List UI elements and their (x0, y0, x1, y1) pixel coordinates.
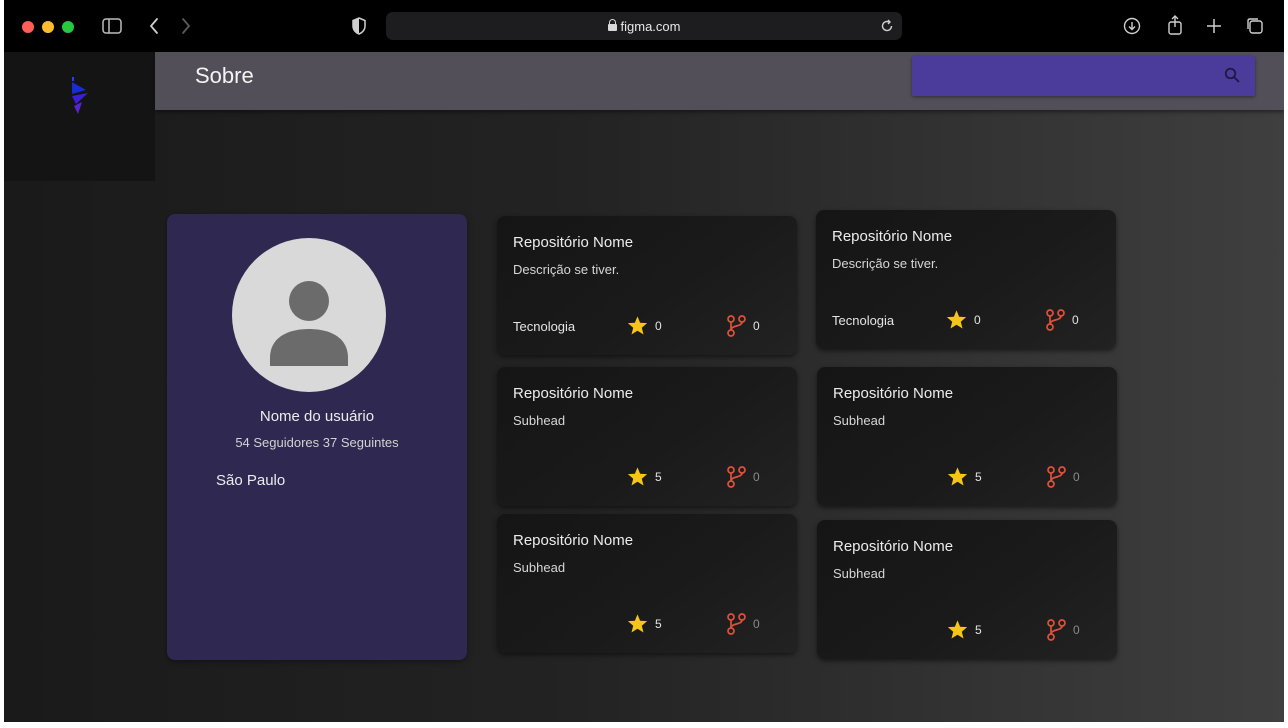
repo-card[interactable]: Repositório Nome Subhead 5 0 (817, 367, 1117, 506)
star-icon (947, 467, 968, 486)
repo-title: Repositório Nome (513, 385, 634, 402)
star-count: 5 (655, 617, 662, 631)
back-icon[interactable] (148, 17, 160, 35)
fork-icon (727, 613, 746, 635)
reload-icon[interactable] (880, 19, 894, 33)
repo-card[interactable]: Repositório Nome Descrição se tiver. Tec… (816, 210, 1116, 349)
repo-description: Descrição se tiver. (513, 262, 620, 277)
user-name: Nome do usuário (259, 408, 375, 425)
user-follow-stats: 54 Seguidores 37 Seguintes (235, 435, 399, 450)
fork-count: 0 (1073, 470, 1080, 484)
url-text: figma.com (620, 19, 681, 34)
user-avatar-icon (270, 281, 348, 366)
repo-card[interactable]: Repositório Nome Subhead 5 0 (497, 514, 797, 653)
avatar (232, 238, 386, 392)
address-bar[interactable]: figma.com (386, 12, 902, 40)
star-count: 0 (974, 313, 981, 327)
repo-description: Descrição se tiver. (832, 256, 939, 271)
logo-panel (4, 52, 155, 181)
repo-card[interactable]: Repositório Nome Descrição se tiver. Tec… (497, 216, 797, 355)
fork-count: 0 (753, 470, 760, 484)
repo-title: Repositório Nome (513, 532, 634, 549)
search-input[interactable] (912, 56, 1255, 96)
repo-card[interactable]: Repositório Nome Subhead 5 0 (497, 367, 797, 506)
fork-count: 0 (753, 617, 760, 631)
repo-technology: Tecnologia (832, 313, 895, 328)
repo-title: Repositório Nome (832, 228, 953, 245)
fork-count: 0 (1072, 313, 1079, 327)
fork-icon (1046, 309, 1065, 331)
share-icon[interactable] (1167, 14, 1183, 36)
fork-icon (1047, 466, 1066, 488)
new-tab-icon[interactable] (1206, 18, 1222, 34)
star-count: 0 (655, 319, 662, 333)
star-icon (947, 620, 968, 639)
repo-title: Repositório Nome (833, 538, 954, 555)
browser-toolbar: figma.com (4, 0, 1284, 52)
star-count: 5 (655, 470, 662, 484)
minimize-window-button[interactable] (42, 21, 54, 33)
user-location: São Paulo (216, 472, 286, 489)
forward-icon[interactable] (180, 17, 192, 35)
fork-count: 0 (753, 319, 760, 333)
fork-icon (727, 315, 746, 337)
fork-icon (727, 466, 746, 488)
repo-description: Subhead (513, 560, 566, 575)
search-icon[interactable] (1223, 66, 1241, 84)
profile-card: Nome do usuário 54 Seguidores 37 Seguint… (167, 214, 467, 660)
download-icon[interactable] (1123, 17, 1141, 35)
app-canvas: Sobre Nome do usuário 54 Seguidores 37 S… (4, 52, 1284, 722)
page-title: Sobre (195, 63, 254, 88)
repo-title: Repositório Nome (833, 385, 954, 402)
repo-description: Subhead (513, 413, 566, 428)
zoom-window-button[interactable] (62, 21, 74, 33)
repo-card[interactable]: Repositório Nome Subhead 5 0 (817, 520, 1117, 659)
star-icon (627, 467, 648, 486)
tabs-overview-icon[interactable] (1246, 17, 1264, 35)
repo-description: Subhead (833, 413, 886, 428)
repo-technology: Tecnologia (513, 319, 576, 334)
logo-icon[interactable] (68, 76, 94, 116)
star-count: 5 (975, 470, 982, 484)
repo-description: Subhead (833, 566, 886, 581)
fork-icon (1047, 619, 1066, 641)
browser-window: figma.com Sobre Nome do usuário 54 Segui… (4, 0, 1284, 722)
star-icon (946, 310, 967, 329)
sidebar-icon[interactable] (102, 18, 122, 34)
lock-icon (607, 19, 617, 31)
star-icon (627, 316, 648, 335)
star-icon (627, 614, 648, 633)
shield-icon[interactable] (352, 17, 366, 35)
fork-count: 0 (1073, 623, 1080, 637)
top-app-bar: Sobre (155, 52, 1284, 110)
repo-title: Repositório Nome (513, 234, 634, 251)
star-count: 5 (975, 623, 982, 637)
close-window-button[interactable] (22, 21, 34, 33)
